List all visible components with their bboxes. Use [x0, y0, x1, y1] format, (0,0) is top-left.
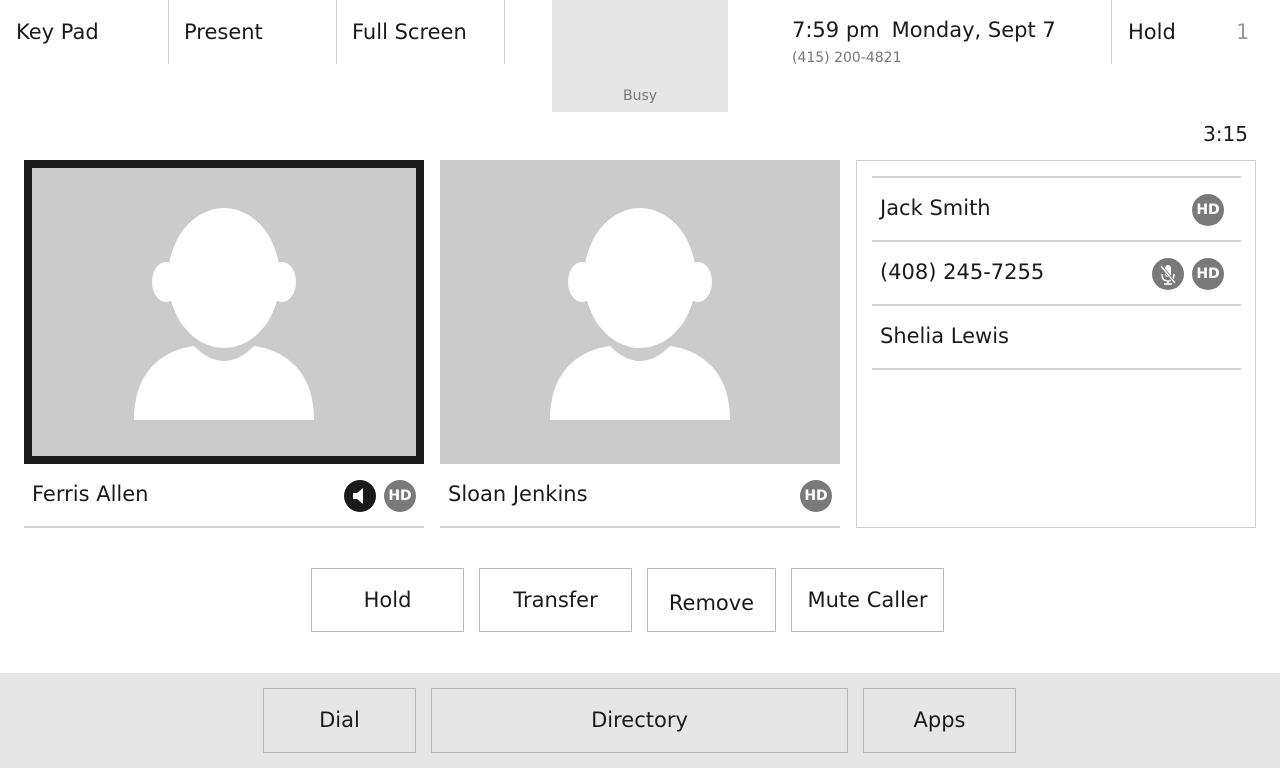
participant-row-jack-smith[interactable]: Jack Smith HD: [872, 178, 1241, 242]
hold-count: 1: [1236, 20, 1250, 44]
tile-name-row: Sloan Jenkins HD: [440, 464, 840, 528]
person-silhouette-icon: [134, 208, 314, 420]
tab-full-screen[interactable]: Full Screen: [336, 0, 504, 64]
participant-name: Sloan Jenkins: [448, 482, 588, 506]
divider: [1111, 0, 1112, 64]
participant-name: Ferris Allen: [32, 482, 149, 506]
person-silhouette-icon: [550, 208, 730, 420]
participant-list: Jack Smith HD (408) 245-7255 HD Shelia L…: [856, 160, 1256, 528]
divider: [504, 0, 505, 64]
directory-button[interactable]: Directory: [431, 688, 848, 753]
speaker-icon: [344, 480, 376, 512]
clock: 7:59 pm Monday, Sept 7: [792, 18, 1056, 42]
hold-queue-tab[interactable]: Hold: [1128, 0, 1176, 64]
mute-caller-button[interactable]: Mute Caller: [791, 568, 944, 632]
self-view[interactable]: Busy: [552, 0, 728, 112]
remove-button[interactable]: Remove: [647, 568, 776, 632]
hold-button[interactable]: Hold: [311, 568, 464, 632]
hd-badge: HD: [1192, 258, 1224, 290]
video-tile-ferris-allen[interactable]: [24, 160, 424, 464]
mic-muted-icon: [1152, 258, 1184, 290]
tile-name-row: Ferris Allen HD: [24, 464, 424, 528]
participant-name: Jack Smith: [880, 196, 991, 220]
current-time: 7:59 pm: [792, 18, 880, 42]
hd-badge: HD: [384, 480, 416, 512]
apps-button[interactable]: Apps: [863, 688, 1016, 753]
call-screen: Key Pad Present Full Screen Busy 7:59 pm…: [0, 0, 1280, 768]
video-tile-sloan-jenkins[interactable]: [440, 160, 840, 464]
own-phone-number: (415) 200-4821: [792, 50, 902, 66]
participant-row-shelia-lewis[interactable]: Shelia Lewis: [872, 306, 1241, 370]
current-date: Monday, Sept 7: [891, 18, 1056, 42]
participant-name: (408) 245-7255: [880, 260, 1045, 284]
bottom-nav-bar: Dial Directory Apps: [0, 673, 1280, 768]
presence-status: Busy: [622, 88, 658, 104]
dial-button[interactable]: Dial: [263, 688, 416, 753]
participant-name: Shelia Lewis: [880, 324, 1009, 348]
hd-badge: HD: [800, 480, 832, 512]
transfer-button[interactable]: Transfer: [479, 568, 632, 632]
tab-key-pad[interactable]: Key Pad: [0, 0, 168, 64]
call-timer: 3:15: [1203, 122, 1248, 146]
tab-present[interactable]: Present: [168, 0, 336, 64]
hd-badge: HD: [1192, 194, 1224, 226]
participant-row-phone-number[interactable]: (408) 245-7255 HD: [872, 242, 1241, 306]
